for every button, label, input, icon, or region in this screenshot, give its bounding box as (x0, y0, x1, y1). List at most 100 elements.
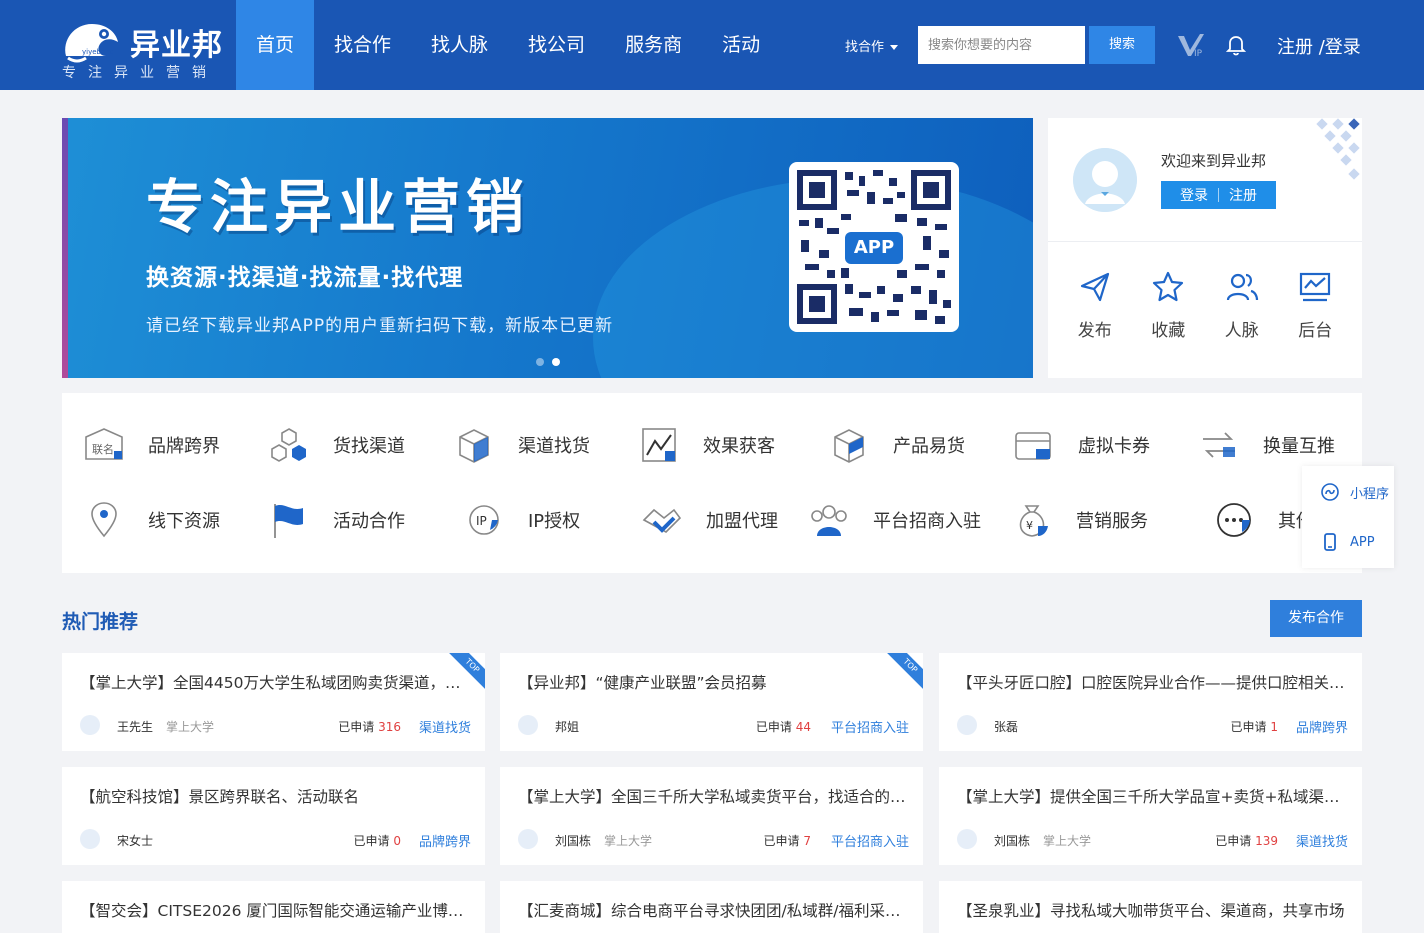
category-goods-find-channel[interactable]: 货找渠道 (267, 425, 405, 465)
vip-icon[interactable]: IP (1176, 30, 1206, 60)
applied-number: 44 (795, 720, 811, 734)
register-button[interactable]: 注册 (1229, 185, 1257, 205)
card-category-tag[interactable]: 平台招商入驻 (831, 717, 909, 736)
login-button[interactable]: 登录 (1180, 185, 1208, 205)
nav-find-contacts[interactable]: 找人脉 (411, 0, 508, 90)
category-label: 虚拟卡券 (1078, 436, 1150, 457)
nav-service-providers[interactable]: 服务商 (605, 0, 702, 90)
search-button[interactable]: 搜索 (1089, 26, 1155, 64)
action-favorites[interactable]: 收藏 (1138, 270, 1198, 341)
divider (1218, 188, 1219, 202)
card-org: 掌上大学 (1043, 834, 1092, 848)
search-type-dropdown[interactable]: 找合作 (845, 36, 899, 55)
category-ip-licensing[interactable]: IP IP授权 (462, 500, 580, 540)
svg-text:联名: 联名 (92, 442, 114, 456)
applied-label: 已申请 (338, 720, 375, 734)
card-author: 刘国栋 (994, 834, 1031, 848)
action-publish[interactable]: 发布 (1065, 270, 1125, 341)
hot-card[interactable]: 【异业邦】“健康产业联盟”会员招募 邦姐 已申请 44 平台招商入驻 TOP (500, 653, 923, 751)
category-performance-acquisition[interactable]: 效果获客 (637, 425, 775, 465)
search-type-label: 找合作 (845, 40, 885, 55)
card-author: 刘国栋 (555, 834, 592, 848)
category-panel: 联名 品牌跨界 货找渠道 渠道找货 效果获客 产品易货 虚拟卡券 换量互推 线下… (62, 393, 1362, 573)
card-applied-count: 已申请 1 (1231, 718, 1278, 735)
applied-number: 139 (1255, 834, 1278, 848)
card-title[interactable]: 【掌上大学】全国三千所大学私域卖货平台，找适合的产品合作 (518, 785, 910, 807)
card-title[interactable]: 【汇麦商城】综合电商平台寻求快团团/私域群/福利采购合作 (518, 899, 910, 921)
hot-card[interactable]: 【掌上大学】提供全国三千所大学品宣+卖货+私域渠道资源刘国栋 掌上大学 已申请 13… (939, 767, 1362, 865)
site-logo[interactable]: yiyebang 异业邦 专注异业营销 (60, 10, 230, 85)
app-label: APP (1350, 534, 1375, 550)
card-title[interactable]: 【异业邦】“健康产业联盟”会员招募 (518, 671, 910, 693)
hot-section-title: 热门推荐 (62, 611, 139, 633)
hot-card[interactable]: 【掌上大学】全国4450万大学生私域团购卖货渠道，寻找合作伙伴王先生掌上大学 已申… (62, 653, 485, 751)
category-brand-crossover[interactable]: 联名 品牌跨界 (82, 425, 220, 465)
mini-program-label: 小程序 (1350, 486, 1390, 502)
hot-card[interactable]: 【掌上大学】全国三千所大学私域卖货平台，找适合的产品合作 刘国栋 掌上大学 已申请 7… (500, 767, 923, 865)
logo-slogan: 专注异业营销 (62, 65, 218, 81)
card-category-tag[interactable]: 品牌跨界 (1296, 717, 1348, 736)
group-people-icon (811, 505, 847, 536)
hot-card[interactable]: 【平头牙匠口腔】口腔医院异业合作——提供口腔相关服务张磊 已申请 1 品牌跨界 (939, 653, 1362, 751)
register-login-link[interactable]: 注册 /登录 (1277, 33, 1361, 59)
action-contacts[interactable]: 人脉 (1212, 270, 1272, 341)
card-author: 张磊 (994, 720, 1019, 734)
category-platform-settle-in[interactable]: 平台招商入驻 (807, 500, 981, 540)
category-event-cooperation[interactable]: 活动合作 (267, 500, 405, 540)
card-applied-count: 已申请 44 (756, 718, 811, 735)
more-dots-icon (1217, 503, 1251, 537)
card-title[interactable]: 【平头牙匠口腔】口腔医院异业合作——提供口腔相关服务 (957, 671, 1349, 693)
default-avatar-icon[interactable] (1073, 148, 1137, 212)
card-category-tag[interactable]: 品牌跨界 (419, 831, 471, 850)
card-title[interactable]: 【掌上大学】全国4450万大学生私域团购卖货渠道，寻找合作伙伴 (80, 671, 472, 693)
hot-card[interactable]: 【航空科技馆】景区跨界联名、活动联名 宋女士 已申请 0 品牌跨界 (62, 767, 485, 865)
action-dashboard[interactable]: 后台 (1285, 270, 1345, 341)
category-traffic-exchange[interactable]: 换量互推 (1197, 425, 1335, 465)
trend-chart-icon (642, 428, 676, 462)
nav-activities[interactable]: 活动 (702, 0, 780, 90)
category-virtual-coupons[interactable]: 虚拟卡券 (1012, 425, 1150, 465)
nav-find-company[interactable]: 找公司 (508, 0, 605, 90)
category-label: 渠道找货 (518, 436, 590, 457)
category-channel-find-goods[interactable]: 渠道找货 (452, 425, 590, 465)
card-author: 王先生 (117, 720, 154, 734)
category-offline-resources[interactable]: 线下资源 (82, 500, 220, 540)
user-card: 欢迎来到异业邦 登录 注册 发布 收藏 人脉 后台 (1048, 118, 1362, 378)
card-title[interactable]: 【智交会】CITSE2026 厦门国际智能交通运输产业博览会 (80, 899, 472, 921)
dashboard-chart-icon (1300, 272, 1331, 302)
applied-label: 已申请 (763, 834, 800, 848)
hot-card[interactable]: 【智交会】CITSE2026 厦门国际智能交通运输产业博览会 (62, 881, 485, 933)
applied-label: 已申请 (1215, 834, 1252, 848)
card-title[interactable]: 【掌上大学】提供全国三千所大学品宣+卖货+私域渠道资源 (957, 785, 1349, 807)
hero-banner[interactable]: 专注异业营销 换资源·找渠道·找流量·找代理 请已经下载异业邦APP的用户重新扫… (62, 118, 1033, 378)
card-category-tag[interactable]: 平台招商入驻 (831, 831, 909, 850)
nav-home[interactable]: 首页 (236, 0, 315, 90)
nav-find-cooperation[interactable]: 找合作 (314, 0, 411, 90)
hexagons-icon (271, 428, 306, 462)
bell-icon[interactable] (1226, 34, 1246, 56)
category-franchise-agency[interactable]: 加盟代理 (640, 500, 778, 540)
category-other[interactable]: 其他 (1212, 500, 1314, 540)
card-avatar (518, 715, 538, 735)
carousel-dot-2[interactable] (552, 358, 560, 366)
category-label: 营销服务 (1076, 511, 1148, 532)
card-title[interactable]: 【圣泉乳业】寻找私域大咖带货平台、渠道商，共享市场 (957, 899, 1349, 921)
mini-program-link[interactable]: 小程序 (1320, 482, 1389, 502)
publish-cooperation-button[interactable]: 发布合作 (1270, 600, 1362, 637)
hot-card[interactable]: 【圣泉乳业】寻找私域大咖带货平台、渠道商，共享市场 (939, 881, 1362, 933)
category-marketing-services[interactable]: ¥ 营销服务 (1010, 500, 1148, 540)
category-label: 线下资源 (148, 511, 220, 532)
handshake-icon (642, 508, 682, 533)
svg-text:¥: ¥ (1026, 519, 1033, 532)
card-category-tag[interactable]: 渠道找货 (419, 717, 471, 736)
carousel-dot-1[interactable] (536, 358, 544, 366)
app-download-link[interactable]: APP (1320, 532, 1375, 552)
user-actions: 发布 收藏 人脉 后台 (1048, 270, 1362, 341)
card-title[interactable]: 【航空科技馆】景区跨界联名、活动联名 (80, 785, 472, 807)
caret-down-icon (890, 45, 899, 50)
category-label: 产品易货 (893, 436, 965, 457)
category-product-barter[interactable]: 产品易货 (827, 425, 965, 465)
search-input[interactable] (918, 26, 1085, 64)
card-category-tag[interactable]: 渠道找货 (1296, 831, 1348, 850)
hot-card[interactable]: 【汇麦商城】综合电商平台寻求快团团/私域群/福利采购合作 (500, 881, 923, 933)
